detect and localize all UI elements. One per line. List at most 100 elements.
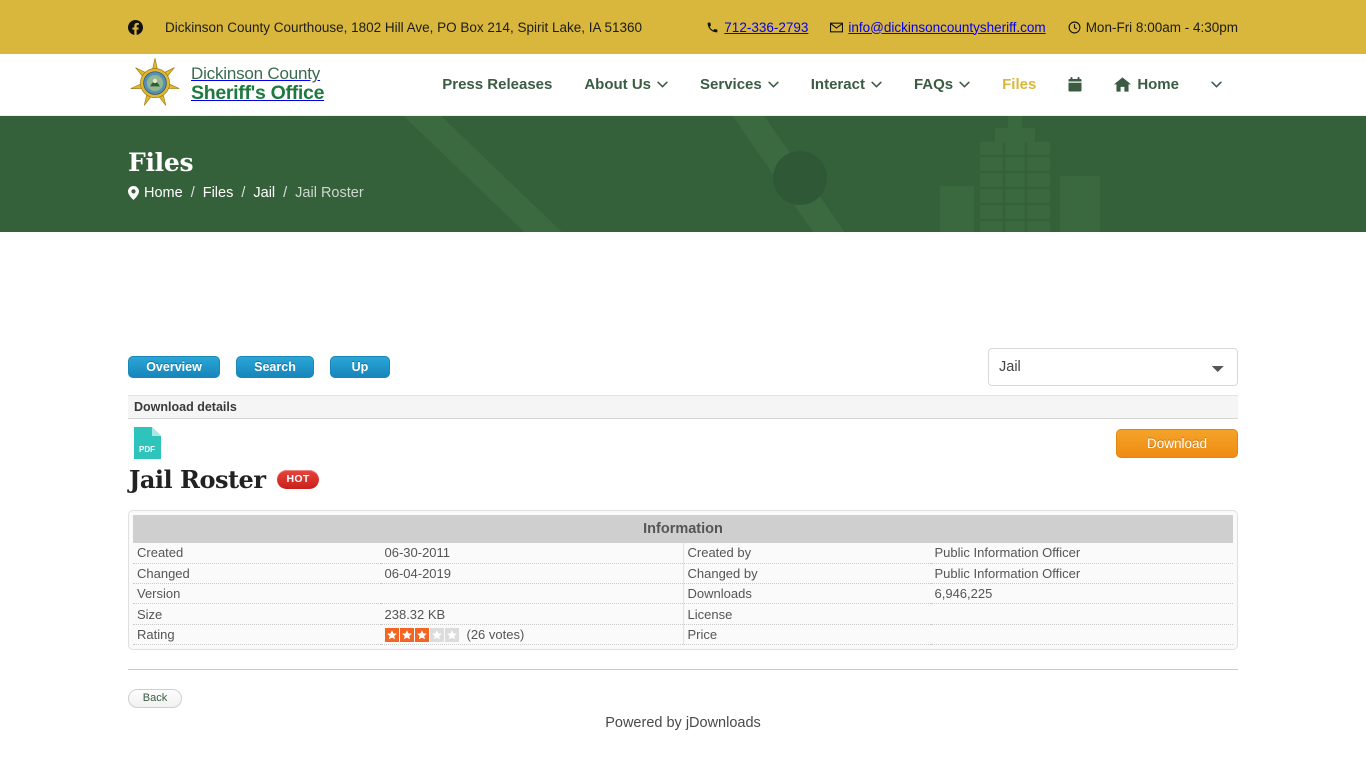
row-label-2: Downloads bbox=[683, 584, 931, 604]
file-information-table: Information Created 06-30-2011 Created b… bbox=[133, 515, 1233, 645]
downloads-toolbar: Overview Search Up Jail bbox=[128, 344, 1238, 390]
star-icon bbox=[400, 628, 414, 642]
row-value-2 bbox=[931, 604, 1234, 624]
row-value: 238.32 KB bbox=[381, 604, 684, 624]
nav-label: Files bbox=[1002, 76, 1036, 93]
chevron-down-icon bbox=[1211, 81, 1222, 88]
star-icon bbox=[385, 628, 399, 642]
nav-item-press-releases[interactable]: Press Releases bbox=[426, 76, 568, 93]
breadcrumb-separator: / bbox=[283, 185, 287, 201]
row-label: Created bbox=[133, 543, 381, 563]
office-address: Dickinson County Courthouse, 1802 Hill A… bbox=[165, 20, 642, 35]
table-row: Size 238.32 KB License bbox=[133, 604, 1233, 624]
brand-line-1: Dickinson County bbox=[191, 65, 324, 83]
sheriff-star-badge-icon bbox=[128, 55, 182, 114]
nav-label: About Us bbox=[584, 76, 651, 93]
brand-line-2: Sheriff's Office bbox=[191, 83, 324, 103]
row-value-2: Public Information Officer bbox=[931, 563, 1234, 583]
file-information-panel: Information Created 06-30-2011 Created b… bbox=[128, 510, 1238, 650]
nav-label: Services bbox=[700, 76, 762, 93]
star-icon bbox=[445, 628, 459, 642]
top-utility-bar: Dickinson County Courthouse, 1802 Hill A… bbox=[0, 0, 1366, 54]
powered-by-text: Powered by jDownloads bbox=[128, 715, 1238, 731]
file-title-row: PDF Jail Roster HOT Download bbox=[128, 419, 1238, 494]
nav-item-services[interactable]: Services bbox=[684, 76, 795, 93]
chevron-down-icon bbox=[959, 81, 970, 88]
nav-item-faqs[interactable]: FAQs bbox=[898, 76, 986, 93]
facebook-link[interactable] bbox=[128, 20, 143, 35]
nav-label: Press Releases bbox=[442, 76, 552, 93]
nav-item-files[interactable]: Files bbox=[986, 76, 1052, 93]
breadcrumb-separator: / bbox=[191, 185, 195, 201]
content-spacer bbox=[128, 232, 1238, 344]
rating-votes: (26 votes) bbox=[467, 627, 525, 642]
information-table-header: Information bbox=[133, 515, 1233, 543]
row-value-2 bbox=[931, 624, 1234, 644]
nav-label: Home bbox=[1137, 76, 1179, 93]
overview-button[interactable]: Overview bbox=[128, 356, 220, 378]
nav-label: Interact bbox=[811, 76, 865, 93]
table-row: Version Downloads 6,946,225 bbox=[133, 584, 1233, 604]
breadcrumb: Home / Files / Jail / Jail Roster bbox=[128, 185, 1238, 201]
phone-link[interactable]: 712-336-2793 bbox=[706, 20, 808, 35]
nav-item-home[interactable]: Home bbox=[1098, 76, 1195, 93]
download-details-label: Download details bbox=[134, 400, 237, 414]
site-logo-link[interactable]: Dickinson County Sheriff's Office bbox=[128, 55, 324, 114]
content-divider bbox=[128, 669, 1238, 670]
table-row: Created 06-30-2011 Created by Public Inf… bbox=[133, 543, 1233, 563]
row-label: Changed bbox=[133, 563, 381, 583]
breadcrumb-item-current: Jail Roster bbox=[295, 185, 364, 201]
envelope-icon bbox=[830, 21, 843, 34]
rating-stars[interactable] bbox=[385, 628, 459, 642]
nav-label: FAQs bbox=[914, 76, 953, 93]
row-value-2: 6,946,225 bbox=[931, 584, 1234, 604]
pdf-file-icon: PDF bbox=[128, 427, 1238, 459]
location-pin-icon bbox=[128, 186, 136, 200]
breadcrumb-item-jail[interactable]: Jail bbox=[253, 185, 275, 201]
download-button[interactable]: Download bbox=[1116, 429, 1238, 458]
email-address: info@dickinsoncountysheriff.com bbox=[848, 20, 1045, 35]
row-label-2: Changed by bbox=[683, 563, 931, 583]
breadcrumb-separator: / bbox=[241, 185, 245, 201]
main-navigation: Press Releases About Us Services Interac… bbox=[426, 76, 1238, 93]
row-label: Rating bbox=[133, 624, 381, 644]
phone-icon bbox=[706, 21, 719, 34]
row-value: 06-04-2019 bbox=[381, 563, 684, 583]
nav-item-calendar[interactable] bbox=[1052, 77, 1098, 92]
office-hours-text: Mon-Fri 8:00am - 4:30pm bbox=[1086, 20, 1238, 35]
search-button[interactable]: Search bbox=[236, 356, 314, 378]
site-header: Dickinson County Sheriff's Office Press … bbox=[0, 54, 1366, 116]
row-label-2: License bbox=[683, 604, 931, 624]
back-button[interactable]: Back bbox=[128, 689, 182, 708]
page-banner: Files Home / Files / Jail / Jail Roster bbox=[0, 116, 1366, 232]
nav-item-more-menu[interactable] bbox=[1195, 81, 1238, 88]
chevron-down-icon bbox=[871, 81, 882, 88]
row-label: Size bbox=[133, 604, 381, 624]
row-label-2: Price bbox=[683, 624, 931, 644]
row-value-2: Public Information Officer bbox=[931, 543, 1234, 563]
hot-badge: HOT bbox=[277, 470, 318, 489]
email-link[interactable]: info@dickinsoncountysheriff.com bbox=[830, 20, 1045, 35]
file-name: Jail Roster bbox=[129, 465, 265, 494]
breadcrumb-item-files[interactable]: Files bbox=[203, 185, 234, 201]
row-value: 06-30-2011 bbox=[381, 543, 684, 563]
chevron-down-icon bbox=[657, 81, 668, 88]
chevron-down-icon bbox=[768, 81, 779, 88]
nav-item-interact[interactable]: Interact bbox=[795, 76, 898, 93]
clock-icon bbox=[1068, 21, 1081, 34]
home-icon bbox=[1114, 77, 1131, 92]
row-label: Version bbox=[133, 584, 381, 604]
table-row: Changed 06-04-2019 Changed by Public Inf… bbox=[133, 563, 1233, 583]
breadcrumb-item-home[interactable]: Home bbox=[144, 185, 183, 201]
phone-number: 712-336-2793 bbox=[724, 20, 808, 35]
nav-item-about-us[interactable]: About Us bbox=[568, 76, 684, 93]
download-details-header: Download details bbox=[128, 395, 1238, 419]
main-content: Overview Search Up Jail Download details… bbox=[0, 232, 1366, 731]
up-button[interactable]: Up bbox=[330, 356, 390, 378]
star-icon bbox=[430, 628, 444, 642]
calendar-icon bbox=[1068, 77, 1082, 92]
office-hours: Mon-Fri 8:00am - 4:30pm bbox=[1068, 20, 1238, 35]
page-title: Files bbox=[128, 148, 1238, 177]
row-value bbox=[381, 584, 684, 604]
category-select[interactable]: Jail bbox=[988, 348, 1238, 386]
